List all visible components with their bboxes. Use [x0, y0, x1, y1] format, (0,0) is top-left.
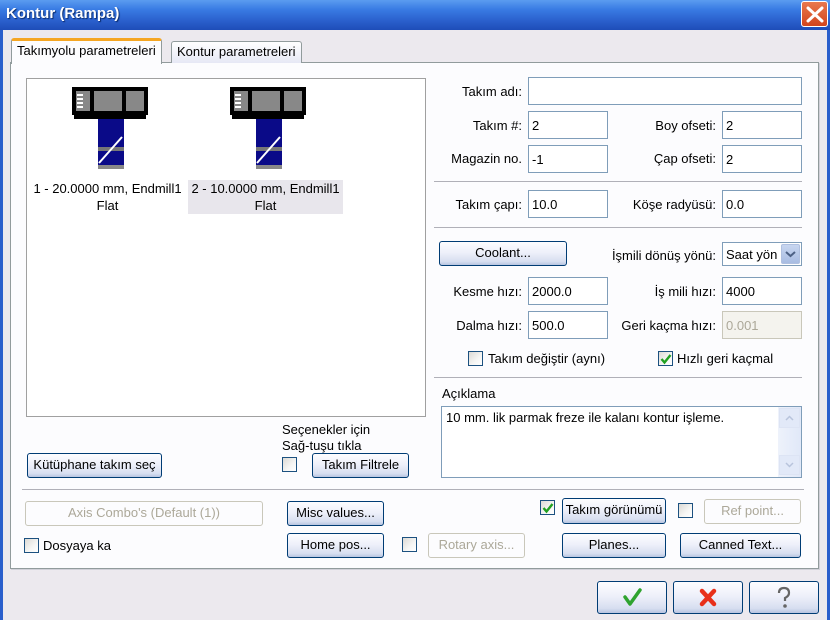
spindle-direction-value: Saat yön	[726, 247, 778, 262]
chevron-down-icon[interactable]	[781, 244, 800, 264]
tool-list[interactable]: 1 - 20.0000 mm, Endmill1 Flat 2 - 10.000…	[26, 78, 426, 417]
tab-contour-parameters[interactable]: Kontur parametreleri	[171, 41, 302, 63]
separator	[22, 489, 804, 490]
hint-line1: Seçenekler için	[282, 422, 371, 437]
tool-diameter-input[interactable]	[528, 190, 608, 218]
rotary-axis-checkbox[interactable]	[402, 537, 417, 552]
endmill-tool-icon	[72, 87, 148, 169]
plunge-rate-input[interactable]	[528, 311, 608, 339]
home-pos-button[interactable]: Home pos...	[287, 533, 384, 558]
endmill-tool-icon	[230, 87, 306, 169]
length-offset-label: Boy ofseti:	[655, 118, 716, 133]
tool-number-label: Takım #:	[472, 118, 522, 133]
corner-radius-label: Köşe radyüsü:	[632, 197, 716, 212]
tool-label-line2: Flat	[96, 198, 119, 213]
window-frame-left	[0, 30, 3, 620]
hint-line2: Sağ-tuşu tıkla	[282, 438, 362, 453]
corner-radius-input[interactable]	[722, 190, 802, 218]
feed-rate-label: Kesme hızı:	[453, 284, 522, 299]
axis-combo-button: Axis Combo's (Default (1))	[25, 501, 263, 526]
change-tool-label[interactable]: Takım değiştir (aynı)	[488, 351, 605, 366]
chevron-up-icon	[785, 415, 794, 421]
canned-text-button[interactable]: Canned Text...	[680, 533, 801, 558]
right-click-hint: Seçenekler için Sağ-tuşu tıkla	[282, 422, 370, 454]
tool-filter-button[interactable]: Takım Filtrele	[312, 453, 409, 478]
separator	[434, 377, 802, 378]
comment-scrollbar[interactable]	[778, 407, 801, 477]
spindle-speed-input[interactable]	[722, 277, 802, 305]
tool-diameter-label: Takım çapı:	[455, 197, 522, 212]
library-tool-select-button[interactable]: Kütüphane takım seç	[27, 453, 162, 478]
ref-point-button: Ref point...	[704, 499, 801, 524]
to-file-label[interactable]: Dosyaya ka	[43, 538, 111, 553]
retract-rate-input	[722, 311, 802, 339]
tool-list-item[interactable]: 1 - 20.0000 mm, Endmill1 Flat	[30, 79, 185, 215]
feed-rate-input[interactable]	[528, 277, 608, 305]
retract-rate-label: Geri kaçma hızı:	[621, 318, 716, 333]
spindle-speed-label: İş mili hızı:	[654, 284, 716, 299]
magazine-no-label: Magazin no.	[451, 151, 522, 166]
separator	[434, 227, 802, 228]
tool-name-input[interactable]	[528, 77, 802, 105]
close-x-icon	[806, 6, 824, 23]
tool-number-input[interactable]	[528, 111, 608, 139]
plunge-rate-label: Dalma hızı:	[456, 318, 522, 333]
tool-display-button[interactable]: Takım görünümü	[562, 498, 666, 524]
comment-textarea[interactable]: 10 mm. lik parmak freze ile kalanı kontu…	[441, 406, 802, 478]
close-button[interactable]	[801, 1, 828, 27]
misc-values-button[interactable]: Misc values...	[287, 501, 384, 526]
help-button[interactable]	[749, 581, 819, 614]
rapid-retract-label[interactable]: Hızlı geri kaçmal	[677, 351, 773, 366]
rotary-axis-button: Rotary axis...	[428, 533, 525, 558]
rapid-retract-checkbox[interactable]	[658, 351, 673, 366]
title-bar[interactable]	[0, 0, 830, 30]
change-tool-checkbox[interactable]	[468, 351, 483, 366]
spindle-direction-select[interactable]: Saat yön	[722, 242, 802, 266]
length-offset-input[interactable]	[722, 111, 802, 139]
checkmark-icon	[660, 354, 672, 365]
red-x-icon	[699, 588, 717, 607]
ref-point-checkbox[interactable]	[678, 503, 693, 518]
dia-offset-input[interactable]	[722, 145, 802, 173]
tool-display-checkbox[interactable]	[540, 500, 555, 515]
tool-name-label: Takım adı:	[462, 84, 522, 99]
to-file-checkbox[interactable]	[24, 538, 39, 553]
tab-toolpath-parameters[interactable]: Takımyolu parametreleri	[11, 38, 162, 64]
tool-list-item[interactable]: 2 - 10.0000 mm, Endmill1 Flat	[188, 79, 343, 215]
scroll-up-button[interactable]	[779, 408, 800, 428]
tool-filter-checkbox[interactable]	[282, 457, 297, 472]
tool-label: 2 - 10.0000 mm, Endmill1 Flat	[188, 180, 343, 214]
checkmark-icon	[542, 503, 554, 514]
tool-label-line1: 2 - 10.0000 mm, Endmill1	[191, 181, 340, 196]
cancel-button[interactable]	[673, 581, 743, 614]
question-mark-icon	[777, 586, 791, 608]
tool-label: 1 - 20.0000 mm, Endmill1 Flat	[30, 180, 185, 214]
tool-label-line2: Flat	[254, 198, 277, 213]
coolant-button[interactable]: Coolant...	[439, 241, 567, 266]
comment-label: Açıklama	[442, 386, 496, 401]
planes-button[interactable]: Planes...	[562, 533, 666, 558]
magazine-no-input[interactable]	[528, 145, 608, 173]
green-check-icon	[623, 588, 642, 606]
spindle-direction-label: İşmili dönüş yönü:	[611, 248, 716, 263]
window-title: Kontur (Rampa)	[6, 5, 120, 22]
dia-offset-label: Çap ofseti:	[653, 151, 716, 166]
tool-label-line1: 1 - 20.0000 mm, Endmill1	[33, 181, 182, 196]
chevron-down-icon	[785, 462, 794, 468]
ok-button[interactable]	[597, 581, 667, 614]
separator	[434, 181, 802, 182]
scroll-down-button[interactable]	[779, 455, 800, 475]
